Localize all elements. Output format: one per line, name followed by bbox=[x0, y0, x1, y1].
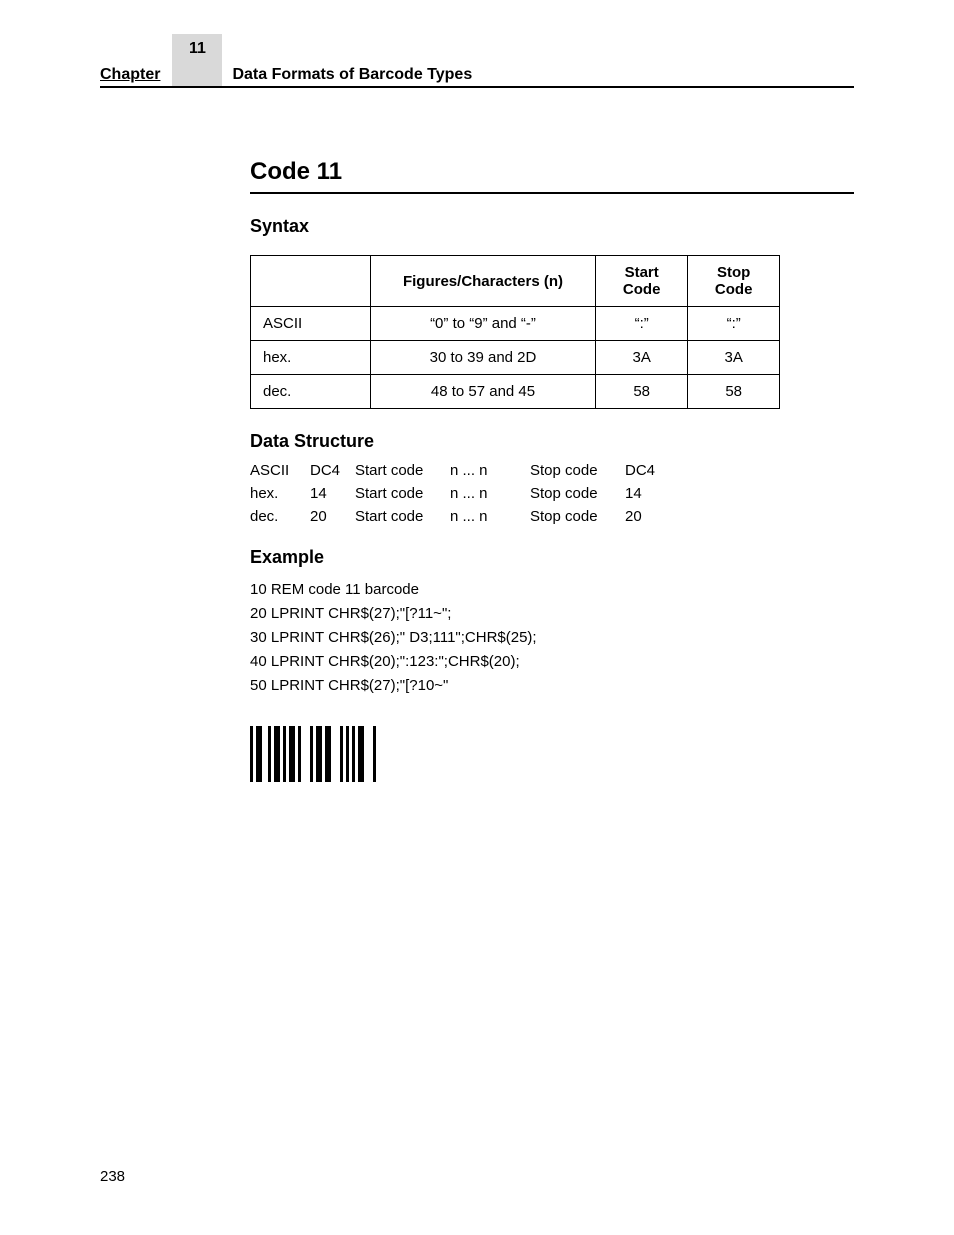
ds-cell: Stop code bbox=[530, 462, 625, 479]
ds-cell: 20 bbox=[310, 508, 355, 525]
cell: 58 bbox=[596, 375, 688, 409]
syntax-heading: Syntax bbox=[250, 216, 854, 237]
cell: “:” bbox=[596, 307, 688, 341]
cell: “0” to “9” and “-” bbox=[371, 307, 596, 341]
ds-cell: Stop code bbox=[530, 508, 625, 525]
cell: “:” bbox=[688, 307, 780, 341]
cell: 48 to 57 and 45 bbox=[371, 375, 596, 409]
code-line: 10 REM code 11 barcode bbox=[250, 578, 854, 602]
col-stop: Stop Code bbox=[688, 256, 780, 307]
data-structure-grid: ASCII DC4 Start code n ... n Stop code D… bbox=[250, 462, 854, 525]
ds-cell: dec. bbox=[250, 508, 310, 525]
syntax-table: Figures/Characters (n) Start Code Stop C… bbox=[250, 255, 780, 409]
code-line: 50 LPRINT CHR$(27);"[?10~" bbox=[250, 674, 854, 698]
ds-cell: DC4 bbox=[310, 462, 355, 479]
code-line: 20 LPRINT CHR$(27);"[?11~"; bbox=[250, 602, 854, 626]
section-title: Code 11 bbox=[250, 158, 854, 194]
ds-cell: n ... n bbox=[450, 462, 530, 479]
col-figures: Figures/Characters (n) bbox=[371, 256, 596, 307]
ds-cell: Start code bbox=[355, 462, 450, 479]
chapter-title: Data Formats of Barcode Types bbox=[232, 66, 472, 84]
ds-cell: n ... n bbox=[450, 485, 530, 502]
cell: 30 to 39 and 2D bbox=[371, 341, 596, 375]
barcode-icon bbox=[250, 726, 854, 787]
ds-cell: ASCII bbox=[250, 462, 310, 479]
ds-cell: Stop code bbox=[530, 485, 625, 502]
data-structure-heading: Data Structure bbox=[250, 431, 854, 452]
cell: 3A bbox=[688, 341, 780, 375]
ds-cell: Start code bbox=[355, 485, 450, 502]
table-row: ASCII “0” to “9” and “-” “:” “:” bbox=[251, 307, 780, 341]
ds-cell: DC4 bbox=[625, 462, 680, 479]
page-content: Code 11 Syntax Figures/Characters (n) St… bbox=[250, 158, 854, 787]
row-label: hex. bbox=[251, 341, 371, 375]
row-label: ASCII bbox=[251, 307, 371, 341]
ds-cell: 14 bbox=[310, 485, 355, 502]
cell: 58 bbox=[688, 375, 780, 409]
ds-cell: 14 bbox=[625, 485, 680, 502]
ds-cell: hex. bbox=[250, 485, 310, 502]
code-line: 40 LPRINT CHR$(20);":123:";CHR$(20); bbox=[250, 650, 854, 674]
page-number: 238 bbox=[100, 1168, 125, 1185]
ds-cell: Start code bbox=[355, 508, 450, 525]
cell: 3A bbox=[596, 341, 688, 375]
table-row: hex. 30 to 39 and 2D 3A 3A bbox=[251, 341, 780, 375]
example-heading: Example bbox=[250, 547, 854, 568]
chapter-label: Chapter bbox=[100, 66, 160, 84]
code-line: 30 LPRINT CHR$(26);" D3;111";CHR$(25); bbox=[250, 626, 854, 650]
col-blank bbox=[251, 256, 371, 307]
table-header-row: Figures/Characters (n) Start Code Stop C… bbox=[251, 256, 780, 307]
page: Chapter 11 Data Formats of Barcode Types… bbox=[0, 0, 954, 1235]
ds-cell: 20 bbox=[625, 508, 680, 525]
running-header: Chapter 11 Data Formats of Barcode Types bbox=[100, 40, 854, 88]
row-label: dec. bbox=[251, 375, 371, 409]
table-row: dec. 48 to 57 and 45 58 58 bbox=[251, 375, 780, 409]
example-code: 10 REM code 11 barcode 20 LPRINT CHR$(27… bbox=[250, 578, 854, 698]
col-start: Start Code bbox=[596, 256, 688, 307]
chapter-number: 11 bbox=[172, 34, 222, 86]
ds-cell: n ... n bbox=[450, 508, 530, 525]
